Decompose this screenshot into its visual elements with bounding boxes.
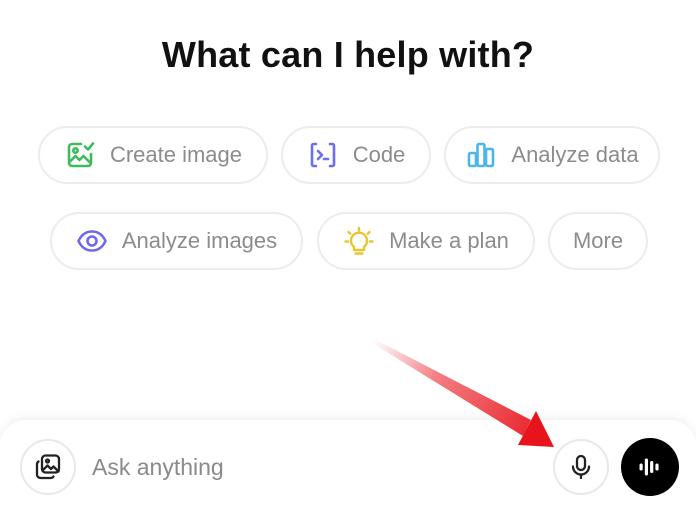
analyze-images-chip[interactable]: Analyze images: [50, 212, 303, 270]
chip-label: Code: [352, 142, 406, 167]
bar-chart-icon: [465, 139, 497, 171]
voice-mode-icon: [635, 452, 665, 482]
voice-mode-button[interactable]: [621, 438, 679, 496]
attach-photos-button[interactable]: [20, 439, 76, 495]
composer-bar: [0, 420, 696, 514]
microphone-icon: [567, 453, 595, 481]
code-chip[interactable]: Code: [281, 126, 431, 184]
make-a-plan-chip[interactable]: Make a plan: [317, 212, 535, 270]
lightbulb-icon: [343, 225, 375, 257]
ask-input[interactable]: [92, 448, 522, 486]
image-add-icon: [64, 139, 96, 171]
chip-label: Make a plan: [389, 228, 509, 253]
chip-label: More: [572, 228, 624, 253]
dictate-button[interactable]: [553, 439, 609, 495]
analyze-data-chip[interactable]: Analyze data: [444, 126, 660, 184]
create-image-chip[interactable]: Create image: [38, 126, 268, 184]
page-title: What can I help with?: [161, 34, 535, 75]
eye-icon: [76, 225, 108, 257]
photos-icon: [33, 452, 63, 482]
chip-label: Analyze data: [511, 142, 639, 167]
chip-label: Create image: [109, 142, 243, 167]
more-chip[interactable]: More: [548, 212, 648, 270]
code-terminal-icon: [307, 139, 339, 171]
chip-label: Analyze images: [121, 228, 278, 253]
